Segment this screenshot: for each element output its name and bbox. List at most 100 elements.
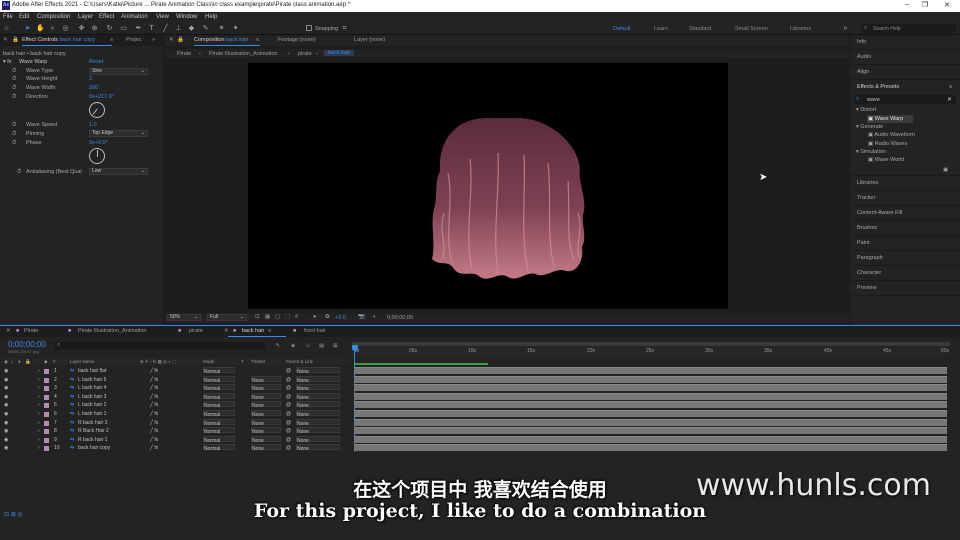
layer-duration-bar[interactable] [354, 410, 947, 417]
resolution-dropdown[interactable]: Full ⌄ [207, 314, 247, 321]
pickwhip-icon[interactable]: @ [286, 402, 291, 408]
eye-icon[interactable]: ◉ [4, 420, 8, 426]
effect-item-audio-waveform[interactable]: ▣ Audio Waveform [868, 132, 915, 138]
panel-paragraph[interactable]: Paragraph [857, 255, 883, 261]
eraser-tool-icon[interactable]: ◆ [188, 25, 195, 32]
layer-mode-dropdown[interactable]: Normal [203, 418, 235, 427]
workspace-menu-icon[interactable]: » [842, 25, 849, 32]
expand-arrow-icon[interactable]: › [38, 420, 40, 426]
layer-trkmat-dropdown[interactable]: None [251, 444, 281, 452]
layer-mode-dropdown[interactable]: Normal [203, 444, 235, 452]
pickwhip-icon[interactable]: @ [286, 445, 291, 451]
layer-trkmat-dropdown[interactable]: None [251, 384, 281, 392]
camera-snapshot-icon[interactable]: 📷 [358, 314, 365, 320]
layer-name[interactable]: R Back Hair 2 [78, 428, 109, 434]
table-row[interactable]: ◉ › 1 ⇆ back hair flat ╱ fx Normal @ None [0, 367, 350, 375]
table-row[interactable]: ◉ › 9 ⇆ R back hair 1 ╱ fx Normal None @ None [0, 435, 350, 444]
phase-value[interactable]: 0x+0.0° [89, 140, 108, 146]
mask-visibility-icon[interactable]: ▢ [275, 314, 280, 320]
layer-switches[interactable]: ╱ fx [150, 445, 158, 451]
layer-duration-bar[interactable] [354, 435, 947, 443]
layer-name[interactable]: R back hair 3 [78, 420, 107, 426]
table-row[interactable]: ◉ › 7 ⇆ R back hair 3 ╱ fx Normal None @ None [0, 418, 350, 427]
layer-name[interactable]: L back hair 2 [78, 402, 106, 408]
brush-tool-icon[interactable]: ╱ [162, 25, 169, 32]
layer-parent-dropdown[interactable]: None [296, 384, 340, 392]
selection-tool-icon[interactable]: ➤ [24, 25, 31, 32]
expand-arrow-icon[interactable]: › [38, 437, 40, 443]
table-row[interactable]: ◉ › 2 ⇆ L back hair 5 ╱ fx Normal None @ None [0, 375, 350, 384]
layer-name[interactable]: back hair flat [78, 368, 106, 374]
panel-menu-icon[interactable]: ≡ [949, 84, 952, 90]
panel-effects-presets[interactable]: Effects & Presets [857, 84, 899, 90]
transparency-grid-icon[interactable]: ▦ [265, 314, 270, 320]
layer-parent-dropdown[interactable]: None [296, 410, 340, 418]
layer-mode-dropdown[interactable]: Normal [203, 427, 235, 435]
eye-icon[interactable]: ◉ [4, 368, 8, 374]
panel-paint[interactable]: Paint [857, 240, 870, 246]
grid-guides-icon[interactable]: # [295, 314, 298, 320]
breadcrumb-pirate-illustration[interactable]: Pirate Illustration_Animation [209, 51, 277, 57]
workspace-learn[interactable]: Learn [654, 26, 668, 32]
panel-content-aware-fill[interactable]: Content-Aware Fill [857, 210, 902, 216]
menu-file[interactable]: File [3, 14, 13, 20]
menu-window[interactable]: Window [176, 14, 197, 20]
layer-trkmat-dropdown[interactable]: None [251, 392, 281, 401]
wave-width-value[interactable]: 200 [89, 85, 98, 91]
clone-stamp-icon[interactable]: ⊥ [175, 25, 182, 32]
pinning-dropdown[interactable]: Top Edge ⌄ [89, 130, 148, 137]
direction-dial[interactable] [85, 98, 109, 122]
pickwhip-icon[interactable]: @ [286, 377, 291, 383]
wave-type-dropdown[interactable]: Sine ⌄ [89, 68, 148, 75]
channel-icon[interactable]: ● [313, 314, 316, 320]
orbit-camera-icon[interactable]: ◎ [62, 25, 69, 32]
effect-item-radio-waves[interactable]: ▣ Radio Waves [868, 141, 907, 147]
wave-type-stopwatch-icon[interactable]: ⏱ [12, 68, 16, 75]
panel-tracker[interactable]: Tracker [857, 195, 875, 201]
table-row[interactable]: ◉ › 5 ⇆ L back hair 2 ╱ fx Normal None @ None [0, 401, 350, 409]
layer-parent-dropdown[interactable]: None [296, 401, 340, 409]
layer-switches[interactable]: ╱ fx [150, 402, 158, 408]
lock-icon[interactable]: 🔒 [177, 37, 184, 43]
layer-name[interactable]: L back hair 4 [78, 385, 106, 391]
layer-parent-dropdown[interactable]: None [296, 444, 340, 452]
label-color-swatch[interactable] [44, 437, 49, 443]
effect-reset-link[interactable]: Reset [89, 59, 103, 65]
expand-arrow-icon[interactable]: › [38, 368, 40, 374]
label-color-swatch[interactable] [44, 386, 49, 392]
panel-close-icon[interactable]: ✕ [224, 328, 229, 334]
search-help-input[interactable]: Search Help [873, 26, 901, 32]
viewer-timecode[interactable]: 0;00;00;00 [387, 315, 413, 321]
layer-parent-dropdown[interactable]: None [296, 367, 340, 375]
pickwhip-icon[interactable]: @ [286, 420, 291, 426]
workspace-default[interactable]: Default [613, 26, 630, 32]
layer-mode-dropdown[interactable]: Normal [203, 401, 235, 409]
layer-name[interactable]: L back hair 5 [78, 377, 106, 383]
tab-layer[interactable]: Layer (none) [354, 37, 385, 43]
layer-mode-dropdown[interactable]: Normal [203, 410, 235, 418]
type-tool-icon[interactable]: T [148, 25, 155, 32]
panel-brushes[interactable]: Brushes [857, 225, 877, 231]
layer-trkmat-dropdown[interactable]: None [251, 435, 281, 444]
fx-badge[interactable]: ▾ fx [3, 59, 12, 65]
region-of-interest-icon[interactable]: ⬚ [285, 314, 290, 320]
hand-tool-icon[interactable]: ✋ [36, 25, 45, 32]
timeline-tab-front-hair[interactable]: front hair [304, 328, 326, 334]
color-management-icon[interactable]: ✿ [325, 314, 330, 320]
eye-icon[interactable]: ◉ [4, 428, 8, 434]
panel-audio[interactable]: Audio [857, 54, 871, 60]
frame-blending-icon[interactable]: ▤ [319, 343, 324, 349]
breadcrumb-pirate[interactable]: Pirate [177, 51, 191, 57]
effect-item-wave-warp[interactable]: ▣ Wave Warp [868, 116, 903, 122]
eye-icon[interactable]: ◉ [4, 394, 8, 400]
pickwhip-icon[interactable]: @ [286, 411, 291, 417]
eye-icon[interactable]: ◉ [4, 445, 8, 451]
exposure-value[interactable]: +0.0 [335, 315, 346, 321]
workspace-standard[interactable]: Standard [689, 26, 711, 32]
new-preset-icon[interactable]: ▣ [943, 167, 948, 173]
layer-duration-bar[interactable] [354, 418, 947, 426]
layer-duration-bar[interactable] [354, 392, 947, 400]
table-row[interactable]: ◉ › 6 ⇆ L back hair 1 ╱ fx Normal None @ None [0, 410, 350, 418]
layer-switches[interactable]: ╱ fx [150, 411, 158, 417]
layer-switches[interactable]: ╱ fx [150, 428, 158, 434]
